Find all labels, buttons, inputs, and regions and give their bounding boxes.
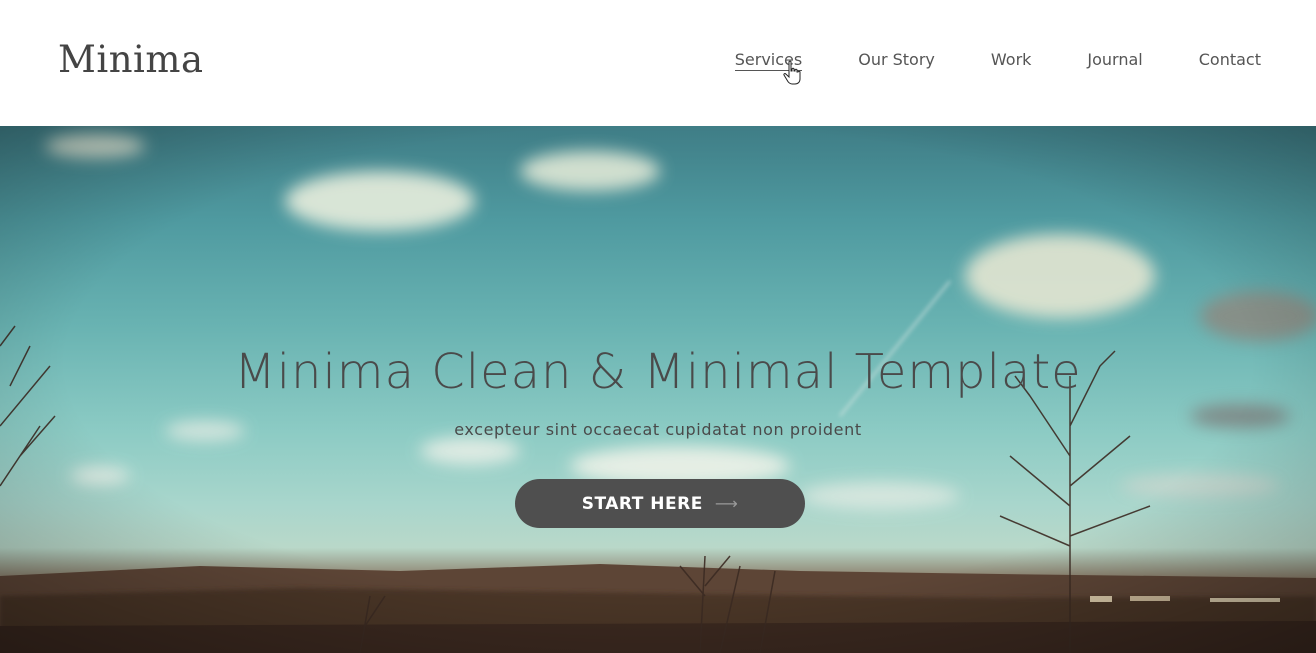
- hand-pointer-icon: [783, 60, 801, 85]
- nav-item-work[interactable]: Work: [991, 50, 1032, 71]
- start-here-button[interactable]: START HERE ⟶: [515, 479, 805, 528]
- hero-subtitle: excepteur sint occaecat cupidatat non pr…: [454, 420, 862, 439]
- site-logo[interactable]: Minima: [58, 38, 204, 81]
- nav-item-our-story[interactable]: Our Story: [858, 50, 935, 71]
- nav-item-journal[interactable]: Journal: [1087, 50, 1142, 71]
- hero-title: Minima Clean & Minimal Template: [234, 344, 1082, 400]
- arrow-right-icon: ⟶: [714, 494, 739, 513]
- main-nav: Services Our Story Work Journal Contact: [679, 50, 1261, 71]
- hero-section: Minima Clean & Minimal Template excepteu…: [0, 126, 1316, 653]
- start-here-label: START HERE: [581, 493, 703, 514]
- site-header: Minima Services Our Story Work Journal C…: [0, 0, 1316, 126]
- nav-item-contact[interactable]: Contact: [1199, 50, 1261, 71]
